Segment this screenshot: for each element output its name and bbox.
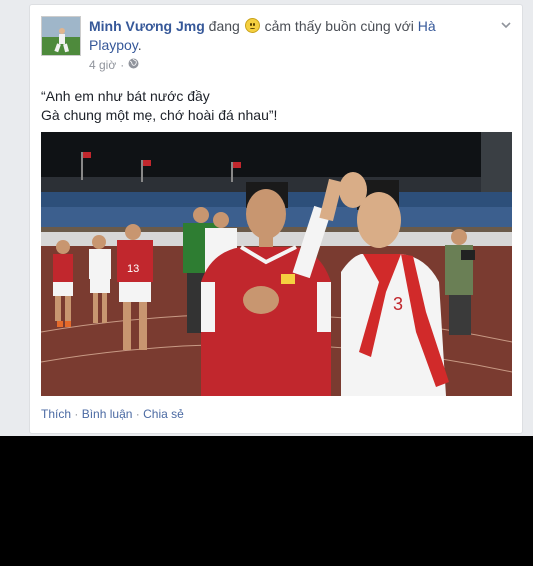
feeling-prefix: đang (208, 18, 240, 34)
post-header: Minh Vương Jmg đang cảm thấy buồn cùng v… (89, 17, 489, 55)
tagged-suffix: . (137, 37, 142, 53)
post-time[interactable]: 4 giờ (89, 58, 116, 72)
actions-separator-1: · (74, 407, 79, 421)
sad-face-icon (244, 18, 260, 33)
post-text-line-2: Gà chung một mẹ, chớ hoài đá nhau”! (41, 107, 278, 123)
author-avatar[interactable] (41, 16, 81, 56)
post-meta: 4 giờ · (89, 58, 139, 72)
meta-separator: · (120, 58, 125, 72)
jersey-number-3: 3 (393, 294, 403, 314)
comment-button[interactable]: Bình luận (82, 407, 133, 421)
black-letterbox (0, 436, 533, 566)
post-photo[interactable]: 13 3 (41, 132, 512, 396)
post-card: Minh Vương Jmg đang cảm thấy buồn cùng v… (29, 4, 523, 434)
post-text-line-1: “Anh em như bát nước đầy (41, 88, 210, 104)
actions-separator-2: · (135, 407, 140, 421)
author-name[interactable]: Minh Vương Jmg (89, 18, 205, 34)
like-button[interactable]: Thích (41, 407, 71, 421)
chevron-down-icon[interactable] (500, 19, 512, 31)
post-actions: Thích · Bình luận · Chia sẻ (41, 407, 184, 421)
feeling-text: cảm thấy buồn cùng với (264, 18, 414, 34)
share-button[interactable]: Chia sẻ (143, 407, 184, 421)
post-text: “Anh em như bát nước đầy Gà chung một mẹ… (41, 87, 511, 125)
globe-icon[interactable] (128, 58, 139, 72)
jersey-number-13: 13 (127, 263, 139, 275)
